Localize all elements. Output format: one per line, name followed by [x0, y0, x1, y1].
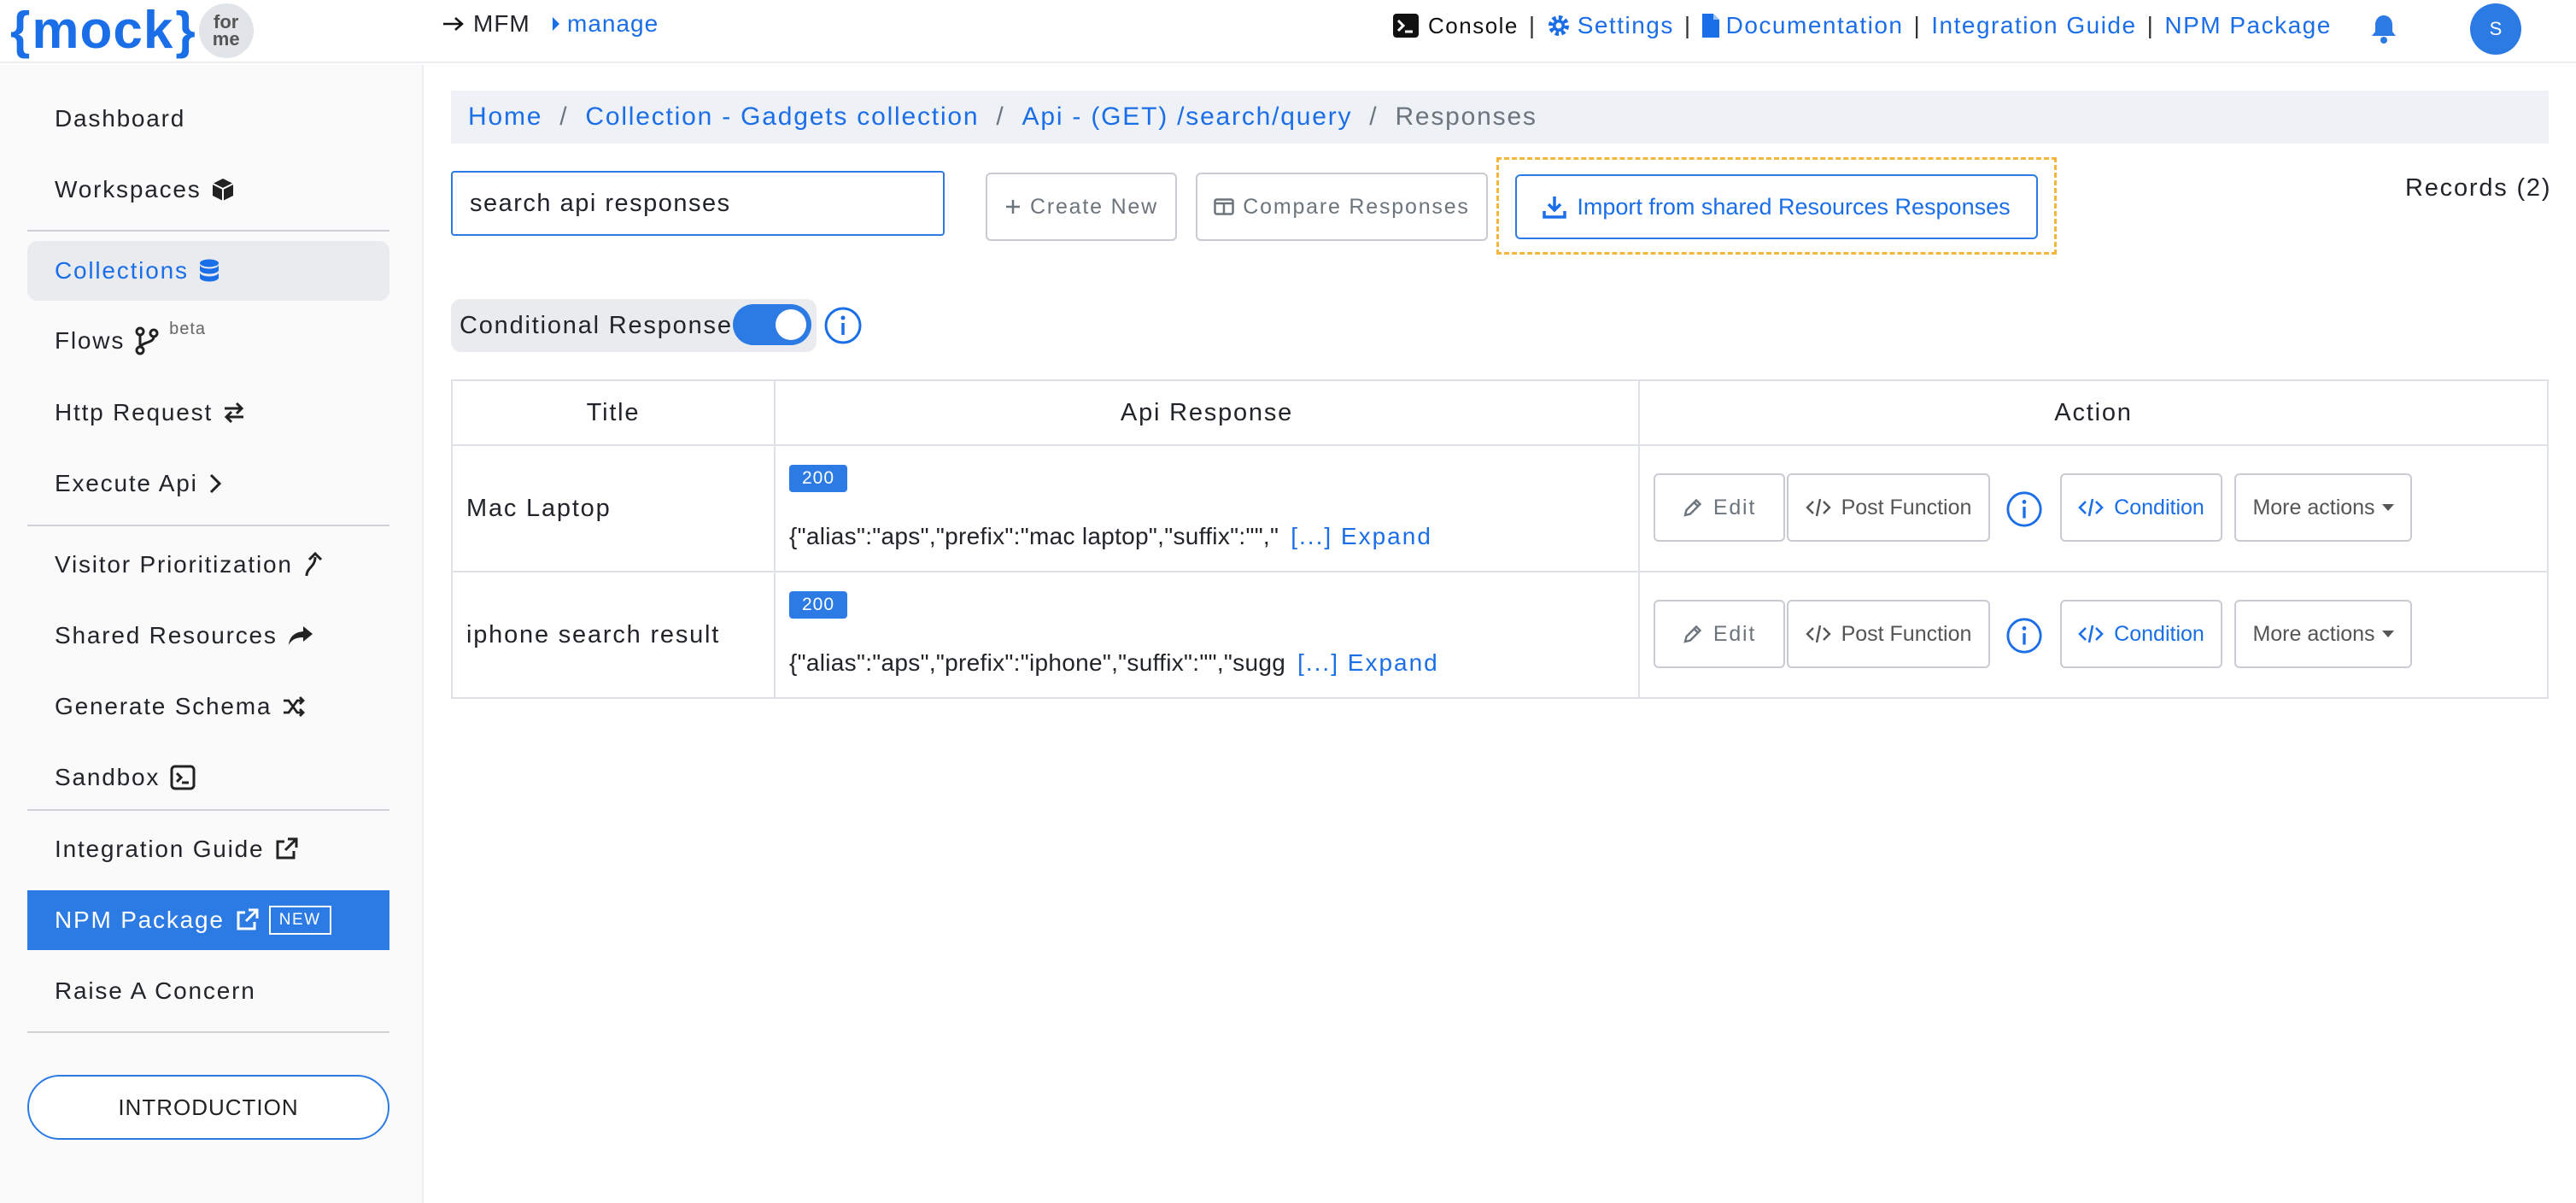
- conditional-response-switch[interactable]: [733, 304, 811, 345]
- post-function-button[interactable]: Post Function: [1787, 600, 1990, 668]
- cube-icon: [212, 179, 233, 201]
- pencil-icon: [1683, 625, 1702, 643]
- condition-button[interactable]: Condition: [2060, 600, 2222, 668]
- table-row: iphone search result 200 {"alias":"aps",…: [453, 572, 2547, 697]
- column-header-title: Title: [453, 381, 776, 444]
- branch-icon: [135, 326, 159, 355]
- arrow-right-icon: [443, 17, 464, 31]
- avatar[interactable]: S: [2470, 3, 2521, 55]
- post-function-button[interactable]: Post Function: [1787, 473, 1990, 542]
- exchange-icon: [224, 402, 244, 424]
- table-header-row: Title Api Response Action: [453, 381, 2547, 446]
- logo-text: mock: [32, 1, 174, 60]
- chevron-right-icon: [209, 473, 221, 494]
- breadcrumb-api[interactable]: Api - (GET) /search/query: [1022, 103, 1353, 132]
- new-badge: NEW: [268, 906, 331, 935]
- pencil-icon: [1683, 498, 1702, 517]
- sidebar-item-integration-guide[interactable]: Integration Guide: [27, 819, 389, 879]
- npm-package-link[interactable]: NPM Package: [2164, 12, 2331, 39]
- edit-button[interactable]: Edit: [1654, 600, 1785, 668]
- download-icon: [1543, 197, 1567, 219]
- sidebar-divider: [27, 230, 389, 232]
- columns-icon: [1214, 198, 1235, 215]
- status-badge: 200: [789, 465, 847, 492]
- external-link-icon: [237, 908, 259, 930]
- info-icon[interactable]: [2005, 490, 2043, 532]
- breadcrumb: Home / Collection - Gadgets collection /…: [451, 91, 2549, 144]
- integration-guide-link[interactable]: Integration Guide: [1931, 12, 2136, 39]
- sidebar-divider: [27, 525, 389, 526]
- plus-icon: [1006, 200, 1020, 214]
- breadcrumb-current: Responses: [1395, 103, 1537, 131]
- sidebar-item-npm-package[interactable]: NPM Package NEW: [27, 890, 389, 950]
- nav-mfm[interactable]: MFM: [442, 10, 530, 38]
- caret-right-icon: [553, 17, 559, 31]
- code-icon: [1805, 498, 1831, 517]
- response-title: Mac Laptop: [453, 446, 776, 571]
- external-link-icon: [276, 837, 298, 860]
- conditional-response-label: Conditional Response: [460, 311, 733, 339]
- status-badge: 200: [789, 591, 847, 619]
- import-shared-resources-button[interactable]: Import from shared Resources Responses: [1515, 174, 2038, 239]
- documentation-link[interactable]: Documentation: [1701, 12, 1904, 39]
- sidebar-item-http-request[interactable]: Http Request: [27, 383, 389, 443]
- expand-link[interactable]: [...] Expand: [1291, 523, 1432, 549]
- response-preview: {"alias":"aps","prefix":"iphone","suffix…: [789, 649, 1439, 676]
- top-bar: { mock } for me MFM manage Console | Set…: [0, 0, 2576, 63]
- column-header-api-response: Api Response: [776, 381, 1640, 444]
- sidebar-item-collections[interactable]: Collections: [27, 241, 389, 301]
- compare-responses-button[interactable]: Compare Responses: [1196, 173, 1488, 241]
- records-count: Records (2): [2405, 174, 2552, 202]
- expand-link[interactable]: [...] Expand: [1297, 649, 1439, 676]
- edit-button[interactable]: Edit: [1654, 473, 1785, 542]
- sidebar-item-execute-api[interactable]: Execute Api: [27, 454, 389, 513]
- sidebar-item-workspaces[interactable]: Workspaces: [27, 160, 389, 220]
- gear-icon: [1548, 15, 1569, 36]
- code-icon: [1805, 625, 1831, 643]
- create-new-button[interactable]: Create New: [986, 173, 1177, 241]
- database-icon: [199, 259, 219, 282]
- console-link[interactable]: Console: [1392, 13, 1519, 39]
- share-icon: [288, 626, 313, 645]
- arrow-up-curve-icon: [305, 552, 322, 577]
- info-icon[interactable]: [2005, 617, 2043, 659]
- sidebar-item-shared-resources[interactable]: Shared Resources: [27, 606, 389, 666]
- sidebar-item-sandbox[interactable]: Sandbox: [27, 748, 389, 807]
- response-title: iphone search result: [453, 572, 776, 697]
- terminal-icon: [1393, 14, 1419, 38]
- caret-down-icon: [2381, 631, 2394, 637]
- breadcrumb-collection[interactable]: Collection - Gadgets collection: [585, 103, 979, 132]
- logo-badge: for me: [198, 3, 254, 58]
- more-actions-dropdown[interactable]: More actions: [2234, 473, 2412, 542]
- top-nav: Console | Settings | Documentation | Int…: [1392, 12, 2332, 39]
- response-preview: {"alias":"aps","prefix":"mac laptop","su…: [789, 523, 1432, 549]
- sidebar-item-dashboard[interactable]: Dashboard: [27, 89, 389, 149]
- sidebar-item-flows[interactable]: Flows beta: [27, 311, 389, 371]
- condition-button[interactable]: Condition: [2060, 473, 2222, 542]
- sidebar-divider: [27, 1031, 389, 1033]
- beta-label: beta: [169, 320, 207, 338]
- table-row: Mac Laptop 200 {"alias":"aps","prefix":"…: [453, 446, 2547, 572]
- more-actions-dropdown[interactable]: More actions: [2234, 600, 2412, 668]
- terminal-icon: [170, 765, 196, 790]
- sidebar-item-generate-schema[interactable]: Generate Schema: [27, 677, 389, 736]
- info-icon[interactable]: [823, 306, 863, 349]
- sidebar-item-visitor-prioritization[interactable]: Visitor Prioritization: [27, 535, 389, 595]
- sidebar-item-raise-a-concern[interactable]: Raise A Concern: [27, 961, 389, 1021]
- code-icon: [2078, 498, 2105, 517]
- nav-manage[interactable]: manage: [552, 10, 659, 38]
- app-logo[interactable]: { mock } for me: [10, 2, 254, 60]
- responses-table: Title Api Response Action Mac Laptop 200…: [451, 379, 2549, 699]
- search-input[interactable]: [451, 171, 945, 236]
- column-header-action: Action: [2054, 398, 2133, 426]
- sidebar-divider: [27, 809, 389, 811]
- caret-down-icon: [2381, 504, 2394, 511]
- breadcrumb-home[interactable]: Home: [468, 103, 542, 132]
- shuffle-icon: [284, 696, 306, 717]
- introduction-button[interactable]: INTRODUCTION: [27, 1075, 389, 1140]
- file-icon: [1701, 14, 1719, 38]
- code-icon: [2078, 625, 2105, 643]
- settings-link[interactable]: Settings: [1547, 12, 1674, 39]
- bell-icon[interactable]: [2369, 14, 2398, 49]
